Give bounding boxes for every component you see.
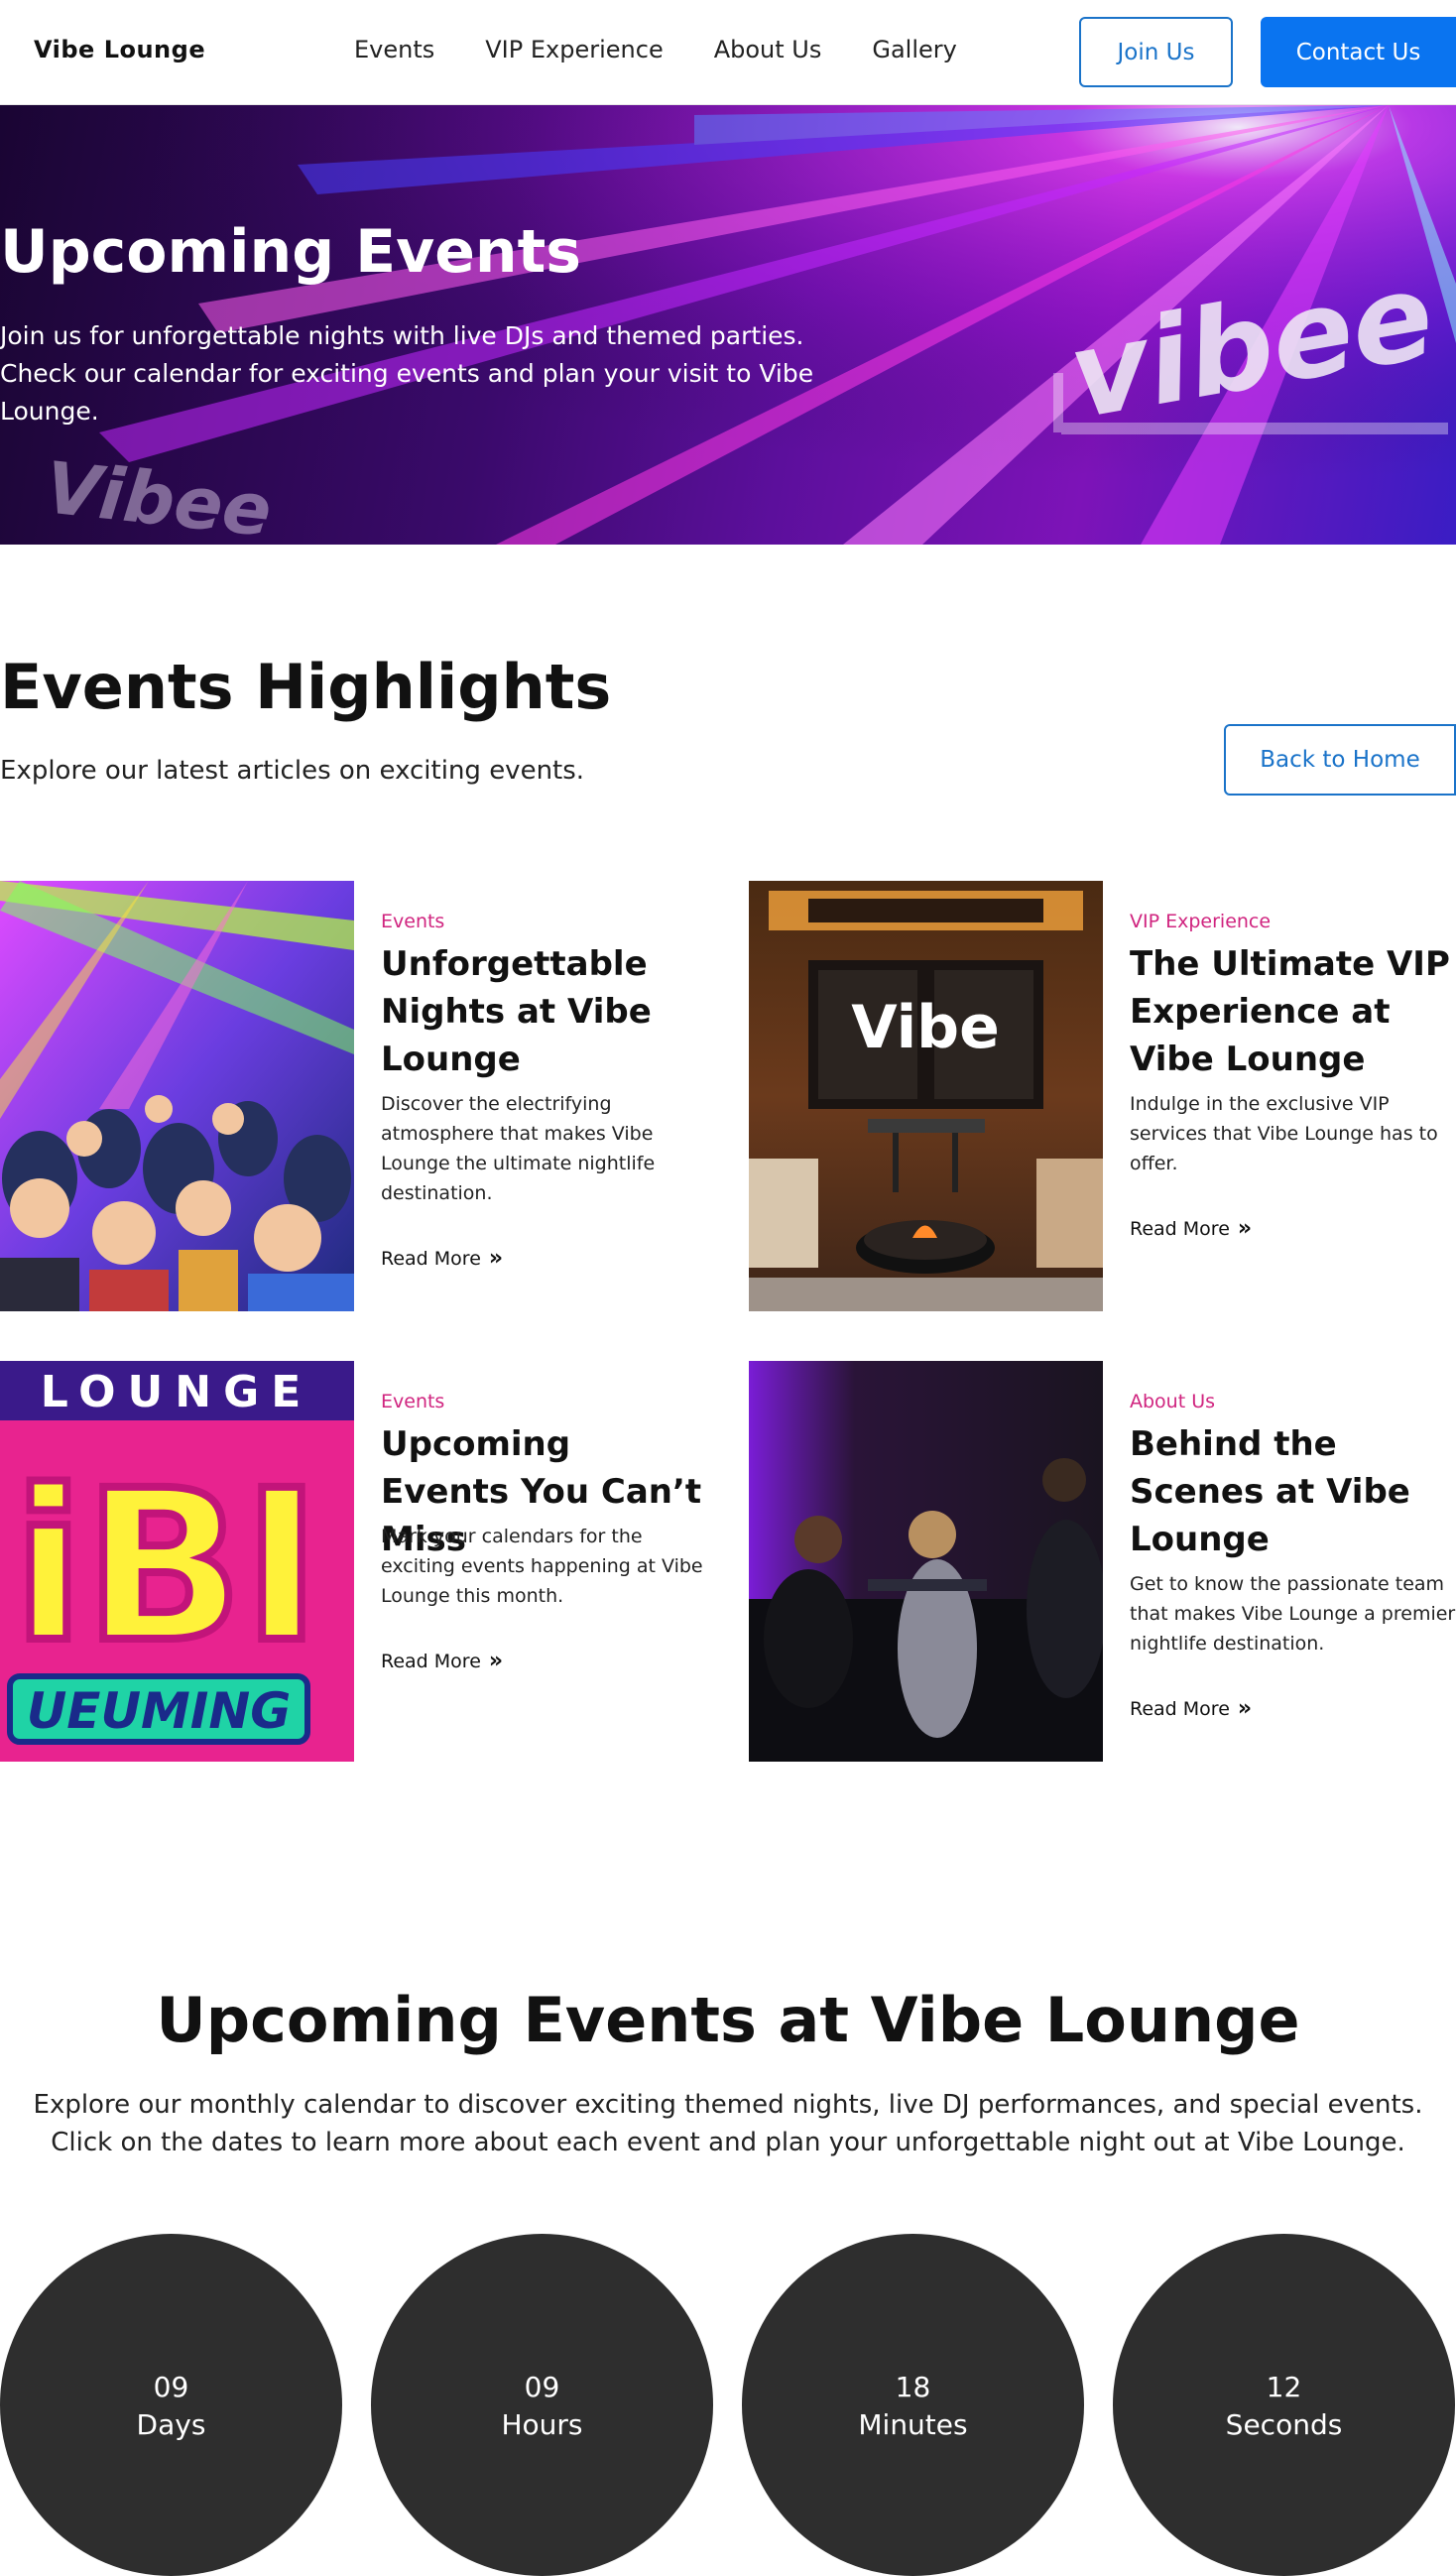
article-body: VIP Experience The Ultimate VIP Experien… <box>1130 881 1456 1311</box>
article-category[interactable]: Events <box>381 1391 444 1412</box>
read-more-link[interactable]: Read More » <box>1130 1216 1252 1241</box>
countdown-days: 09 Days <box>0 2234 342 2576</box>
countdown-label: Hours <box>501 2408 583 2441</box>
article-category[interactable]: VIP Experience <box>1130 911 1271 932</box>
countdown-label: Days <box>136 2408 206 2441</box>
article-body: About Us Behind the Scenes at Vibe Loung… <box>1130 1361 1456 1762</box>
article-image[interactable]: LOUNGE iBI UEUMING <box>0 1361 354 1762</box>
article-image[interactable] <box>0 881 354 1311</box>
hero-title: Upcoming Events <box>0 217 581 287</box>
countdown-value: 09 <box>524 2371 560 2403</box>
article-image-text-bottom: UEUMING <box>27 1682 292 1740</box>
article-description: Get to know the passionate team that mak… <box>1130 1573 1456 1655</box>
article-image-text-mid: iBI <box>13 1445 320 1688</box>
double-chevron-right-icon: » <box>488 1649 504 1673</box>
article-image[interactable] <box>749 1361 1103 1762</box>
brand-logo[interactable]: Vibe Lounge <box>34 36 205 63</box>
article-title[interactable]: Unforgettable Nights at Vibe Lounge <box>381 940 708 1083</box>
upcoming-title: Upcoming Events at Vibe Lounge <box>156 1984 1300 2056</box>
highlights-title: Events Highlights <box>0 651 612 723</box>
nav-link-about-us[interactable]: About Us <box>714 36 822 63</box>
article-image[interactable]: Vibe <box>749 881 1103 1311</box>
article-description: Mark your calendars for the exciting eve… <box>381 1526 703 1607</box>
main-nav: Events VIP Experience About Us Gallery <box>354 36 957 63</box>
read-more-label: Read More <box>1130 1697 1230 1720</box>
countdown-minutes: 18 Minutes <box>742 2234 1084 2576</box>
read-more-link[interactable]: Read More » <box>1130 1696 1252 1721</box>
article-card: Vibe VIP Experience The Ultimate VIP Exp… <box>749 881 1456 1311</box>
double-chevron-right-icon: » <box>1237 1216 1253 1241</box>
article-category[interactable]: About Us <box>1130 1391 1215 1412</box>
nav-link-events[interactable]: Events <box>354 36 434 63</box>
article-body: Events Unforgettable Nights at Vibe Loun… <box>381 881 708 1311</box>
article-title[interactable]: The Ultimate VIP Experience at Vibe Loun… <box>1130 940 1456 1083</box>
read-more-label: Read More <box>381 1650 481 1672</box>
article-description: Discover the electrifying atmosphere tha… <box>381 1093 656 1204</box>
double-chevron-right-icon: » <box>488 1246 504 1271</box>
countdown-label: Seconds <box>1225 2408 1343 2441</box>
navbar: Vibe Lounge Events VIP Experience About … <box>0 0 1456 105</box>
countdown-value: 09 <box>153 2371 189 2403</box>
upcoming-description: Explore our monthly calendar to discover… <box>33 2090 1423 2157</box>
article-body: Events Upcoming Events You Can’t Miss Ma… <box>381 1361 708 1762</box>
read-more-link[interactable]: Read More » <box>381 1246 503 1271</box>
article-image-text-top: LOUNGE <box>41 1367 313 1417</box>
article-card: LOUNGE iBI UEUMING Events Upcoming Event… <box>0 1361 714 1762</box>
read-more-label: Read More <box>381 1247 481 1270</box>
read-more-link[interactable]: Read More » <box>381 1649 503 1673</box>
article-title[interactable]: Behind the Scenes at Vibe Lounge <box>1130 1420 1456 1563</box>
hero-description: Join us for unforgettable nights with li… <box>0 321 814 426</box>
article-category[interactable]: Events <box>381 911 444 932</box>
hero-banner: vibee Vibee Upcoming Events Join us for … <box>0 105 1456 545</box>
countdown-hours: 09 Hours <box>371 2234 713 2576</box>
join-us-button[interactable]: Join Us <box>1079 17 1233 87</box>
highlights-subtitle: Explore our latest articles on exciting … <box>0 756 585 786</box>
back-to-home-button[interactable]: Back to Home <box>1224 724 1456 796</box>
countdown-value: 18 <box>895 2371 931 2403</box>
nav-link-gallery[interactable]: Gallery <box>872 36 956 63</box>
countdown-label: Minutes <box>858 2408 968 2441</box>
nav-link-vip-experience[interactable]: VIP Experience <box>485 36 663 63</box>
article-description: Indulge in the exclusive VIP services th… <box>1130 1093 1438 1174</box>
double-chevron-right-icon: » <box>1237 1696 1253 1721</box>
contact-us-button[interactable]: Contact Us <box>1261 17 1456 87</box>
article-card: Events Unforgettable Nights at Vibe Loun… <box>0 881 714 1311</box>
countdown-seconds: 12 Seconds <box>1113 2234 1455 2576</box>
article-card: About Us Behind the Scenes at Vibe Loung… <box>749 1361 1456 1762</box>
article-image-text: Vibe <box>851 993 1000 1062</box>
countdown-value: 12 <box>1266 2371 1302 2403</box>
read-more-label: Read More <box>1130 1217 1230 1240</box>
